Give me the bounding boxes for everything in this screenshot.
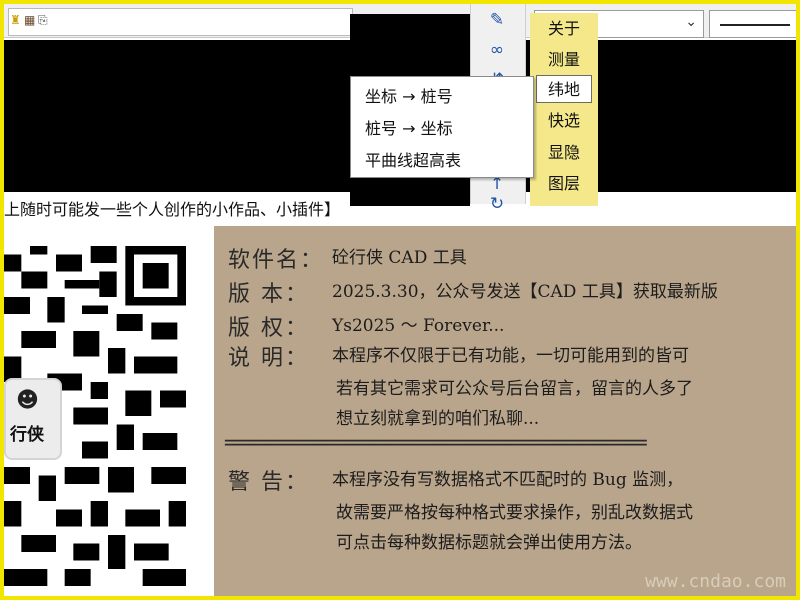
notes-label: 说 明： [228, 346, 309, 371]
link-icon[interactable]: ∞ [485, 38, 509, 62]
notes-line: 想立刻就拿到的咱们私聊... [336, 409, 540, 429]
watermark-text: www.cndao.com [645, 571, 786, 592]
copyright-label: 版 权： [228, 316, 309, 341]
notes-line: 本程序不仅限于已有功能，一切可能用到的皆可 [332, 346, 689, 366]
caption-text: 上随时可能发一些个人创作的小作品、小插件】 [4, 200, 341, 219]
qr-logo-text: 行侠 [10, 425, 44, 445]
weidi-submenu: 坐标 → 桩号 桩号 → 坐标 平曲线超高表 [350, 76, 534, 178]
menu-item-measure[interactable]: 测量 [536, 46, 592, 74]
dinosaur-face-icon: ☻ [16, 388, 39, 413]
qr-logo: ☻ 行侠 [4, 378, 62, 460]
layer-icon[interactable]: ▦ [24, 12, 36, 28]
toolbar-field[interactable] [8, 8, 353, 36]
divider-line: ========================================… [224, 430, 648, 454]
linetype-preview [720, 24, 790, 26]
warning-line: 本程序没有写数据格式不匹配时的 Bug 监测， [332, 470, 684, 490]
submenu-item-station-to-coord[interactable]: 桩号 → 坐标 [365, 115, 453, 139]
info-row-version: 版 本： 2025.3.30，公众号发送【CAD 工具】获取最新版 [228, 276, 718, 308]
submenu-item-coord-to-station[interactable]: 坐标 → 桩号 [365, 83, 453, 107]
copyright-value: Ys2025 ～ Forever... [332, 316, 505, 336]
chevron-down-icon: ⌄ [685, 14, 697, 30]
warning-line: 可点击每种数据标题就会弹出使用方法。 [336, 533, 642, 553]
rotate-icon[interactable]: ↻ [485, 192, 509, 216]
version-value: 2025.3.30，公众号发送【CAD 工具】获取最新版 [332, 282, 718, 302]
toolbar-app-icons: ♜ ▦ ⎘ [10, 12, 50, 28]
menu-item-show-hide[interactable]: 显隐 [536, 139, 592, 167]
software-name-value: 砼行侠 CAD 工具 [332, 248, 467, 268]
menu-item-quick-select[interactable]: 快选 [536, 107, 592, 135]
notes-line: 若有其它需求可公众号后台留言，留言的人多了 [336, 379, 693, 399]
file-icon[interactable]: ⎘ [38, 12, 50, 28]
software-name-label: 软件名： [228, 248, 325, 273]
linetype-dropdown[interactable] [709, 10, 800, 38]
warning-line: 故需要严格按每种格式要求操作，别乱改数据式 [336, 503, 693, 523]
app-icon[interactable]: ♜ [10, 12, 22, 28]
submenu-item-superelevation-table[interactable]: 平曲线超高表 [365, 147, 461, 171]
version-label: 版 本： [228, 282, 309, 307]
info-row-copyright: 版 权： Ys2025 ～ Forever... [228, 310, 504, 342]
info-row-software: 软件名： 砼行侠 CAD 工具 [228, 242, 467, 274]
info-row-notes: 说 明： 本程序不仅限于已有功能，一切可能用到的皆可 [228, 340, 689, 372]
software-info-panel: 软件名： 砼行侠 CAD 工具 版 本： 2025.3.30，公众号发送【CAD… [214, 226, 796, 596]
menu-item-layer[interactable]: 图层 [536, 170, 592, 198]
menu-item-weidi[interactable]: 纬地 [536, 75, 592, 103]
plugin-side-menu: 关于 测量 纬地 快选 显隐 图层 [530, 13, 598, 206]
pencil-icon[interactable]: ✎ [485, 8, 509, 32]
warning-label: 警 告： [228, 470, 309, 495]
info-row-warning: 警 告： 本程序没有写数据格式不匹配时的 Bug 监测， [228, 464, 683, 496]
menu-item-about[interactable]: 关于 [536, 15, 592, 43]
